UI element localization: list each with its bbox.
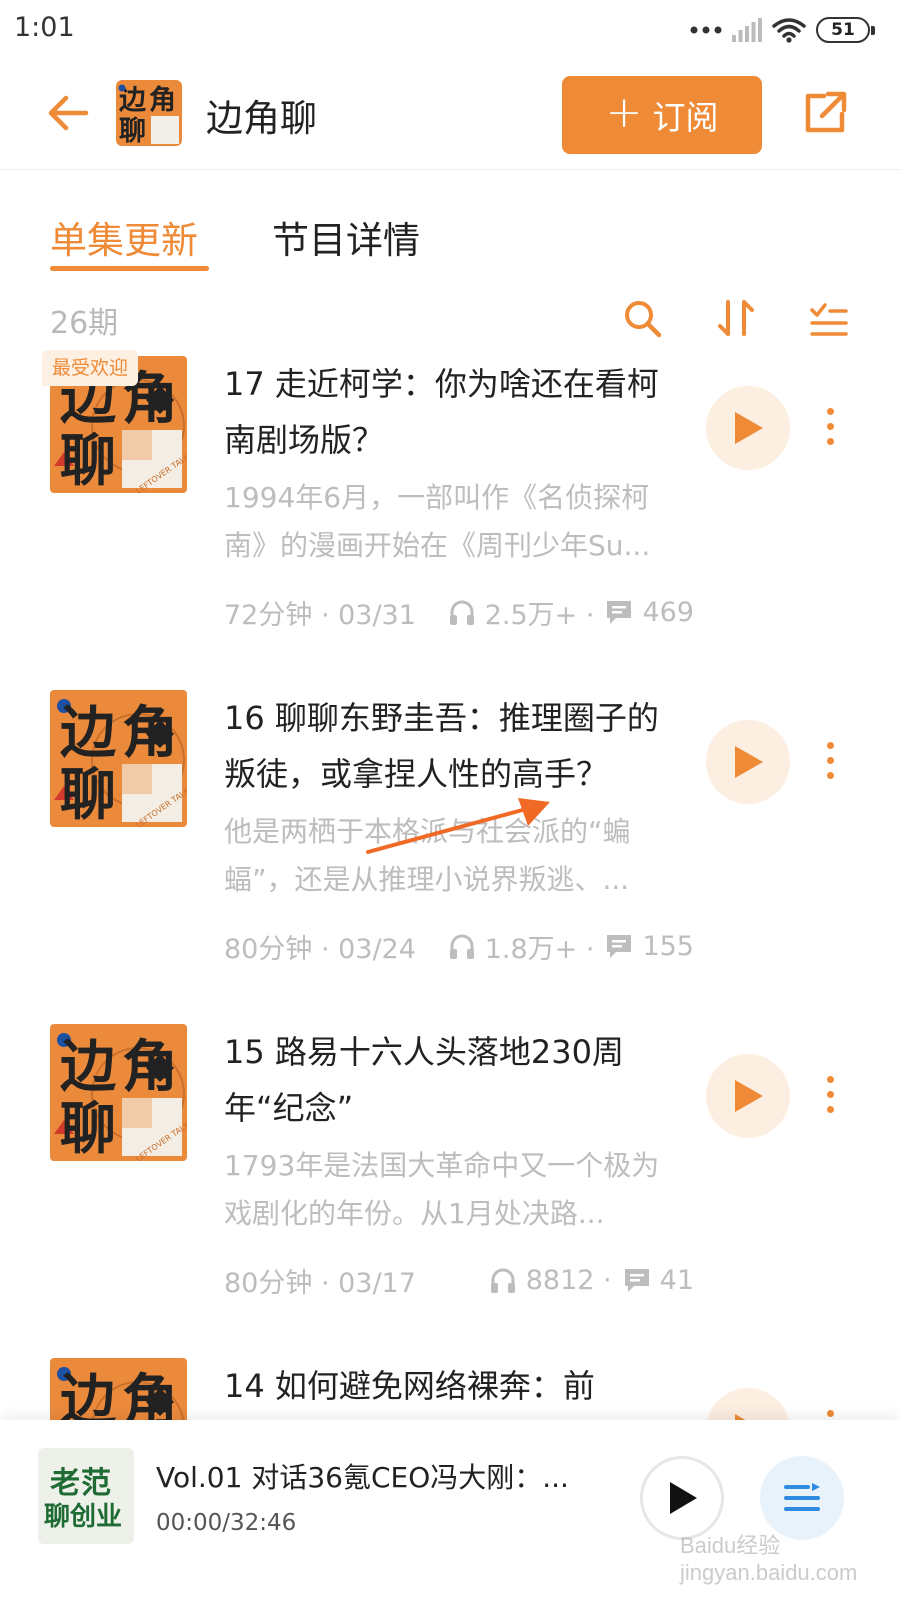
- more-options-button[interactable]: [816, 396, 844, 456]
- episode-title[interactable]: 16 聊聊东野圭吾：推理圈子的叛徒，或拿捏人性的高手？: [224, 690, 686, 802]
- signal-icon: [732, 18, 762, 42]
- playlist-icon: [784, 1483, 820, 1511]
- episode-item[interactable]: 边角聊 LEFTOVER TALK 最受欢迎 17 走近柯学：你为啥还在看柯南剧场…: [0, 350, 900, 690]
- status-time: 1:01: [14, 12, 75, 43]
- episode-count: 26期: [50, 306, 119, 341]
- now-playing-cover-subtitle: 聊创业: [44, 1502, 123, 1532]
- multi-select-icon[interactable]: [806, 296, 850, 340]
- episode-plays: 8812 ·: [525, 1264, 612, 1296]
- episode-title[interactable]: 14 如何避免网络裸奔：前: [224, 1358, 686, 1414]
- cover-char-1: 边: [60, 1369, 117, 1420]
- subscribe-button[interactable]: + 订阅: [562, 76, 762, 154]
- thumb-char-3: 聊: [119, 116, 146, 146]
- more-options-button[interactable]: [816, 1398, 844, 1420]
- episode-plays: 1.8万+ ·: [484, 933, 595, 965]
- status-icons: 51: [690, 14, 875, 46]
- play-icon: [670, 1482, 697, 1514]
- search-icon[interactable]: [620, 296, 664, 340]
- now-playing-cover: 老范 聊创业: [38, 1448, 134, 1544]
- episode-description: 1793年是法国大革命中又一个极为戏剧化的年份。从1月处决路...: [224, 1149, 660, 1230]
- watermark: Baidu经验 jingyan.baidu.com: [680, 1533, 858, 1585]
- play-icon: [735, 746, 763, 778]
- subscribe-label: 订阅: [652, 98, 719, 137]
- battery-indicator: 51: [816, 17, 875, 43]
- comment-icon: [622, 1265, 652, 1295]
- cover-char-2: 角: [122, 1035, 178, 1100]
- episode-comments: 155: [642, 930, 694, 962]
- episode-cover: 边角聊LEFTOVER TALK: [50, 690, 187, 827]
- episode-meta: 80分钟 · 03/17 8812 · 41: [224, 1260, 694, 1300]
- annotation-arrow: [366, 798, 550, 854]
- play-button[interactable]: [706, 720, 790, 804]
- cover-char-3: 聊: [60, 763, 116, 827]
- episode-item[interactable]: 边角聊LEFTOVER TALK 14 如何避免网络裸奔：前: [0, 1358, 900, 1420]
- now-playing-time: 00:00/32:46: [156, 1510, 297, 1536]
- more-dots-icon: [690, 26, 722, 34]
- back-arrow-icon[interactable]: [44, 88, 94, 138]
- app-header: 边 角 聊 边角聊 + 订阅: [0, 62, 900, 170]
- play-button[interactable]: [706, 1388, 790, 1420]
- popular-badge: 最受欢迎: [42, 350, 139, 386]
- wifi-icon: [772, 18, 806, 43]
- comment-icon: [604, 931, 634, 961]
- episode-comments: 469: [642, 596, 694, 628]
- sort-icon[interactable]: [714, 296, 758, 340]
- active-tab-indicator: [50, 266, 209, 271]
- episode-duration-date: 72分钟 · 03/31: [224, 599, 416, 631]
- headphones-icon: [447, 597, 477, 627]
- episode-duration-date: 80分钟 · 03/17: [224, 1267, 416, 1299]
- episode-plays: 2.5万+ ·: [484, 599, 595, 631]
- comment-icon: [604, 597, 634, 627]
- status-bar: 1:01 51: [0, 0, 900, 62]
- episode-meta: 72分钟 · 03/31 2.5万+ · 469: [224, 592, 694, 632]
- play-button[interactable]: [706, 386, 790, 470]
- more-options-button[interactable]: [816, 730, 844, 790]
- podcast-thumbnail: 边 角 聊: [116, 80, 182, 146]
- play-button[interactable]: [706, 1054, 790, 1138]
- cover-char-2: 角: [122, 701, 178, 766]
- tab-episodes[interactable]: 单集更新: [50, 210, 198, 264]
- headphones-icon: [488, 1265, 518, 1295]
- more-options-button[interactable]: [816, 1064, 844, 1124]
- episode-title[interactable]: 15 路易十六人头落地230周年“纪念”: [224, 1024, 686, 1136]
- thumb-char-2: 角: [149, 84, 176, 116]
- play-icon: [735, 1414, 746, 1420]
- episode-meta: 80分钟 · 03/24 1.8万+ · 155: [224, 926, 694, 966]
- play-icon: [735, 412, 763, 444]
- episode-cover: 边角聊LEFTOVER TALK: [50, 1024, 187, 1161]
- cover-char-3: 聊: [60, 429, 116, 493]
- tab-details[interactable]: 节目详情: [272, 210, 420, 264]
- cover-char-1: 边: [60, 701, 117, 766]
- cover-char-3: 聊: [60, 1097, 116, 1161]
- episode-cover: 边角聊LEFTOVER TALK: [50, 1358, 187, 1420]
- episode-item[interactable]: 边角聊 LEFTOVER TALK 15 路易十六人头落地230周年“纪念” 17…: [0, 1024, 900, 1358]
- cover-char-1: 边: [60, 1035, 117, 1100]
- cover-char-2: 角: [122, 1369, 178, 1420]
- podcast-title: 边角聊: [206, 97, 317, 140]
- now-playing-title[interactable]: Vol.01 对话36氪CEO冯大刚：...: [156, 1456, 606, 1496]
- plus-icon: +: [605, 87, 643, 138]
- episode-duration-date: 80分钟 · 03/24: [224, 933, 416, 965]
- episode-toolbar: 26期: [0, 292, 900, 352]
- episode-description: 1994年6月，一部叫作《名侦探柯南》的漫画开始在《周刊少年Su...: [224, 481, 651, 562]
- headphones-icon: [447, 931, 477, 961]
- share-icon[interactable]: [800, 88, 850, 138]
- episode-comments: 41: [659, 1264, 694, 1296]
- episode-title[interactable]: 17 走近柯学：你为啥还在看柯南剧场版？: [224, 356, 686, 468]
- play-icon: [735, 1080, 763, 1112]
- tab-bar: 单集更新 节目详情: [0, 200, 900, 280]
